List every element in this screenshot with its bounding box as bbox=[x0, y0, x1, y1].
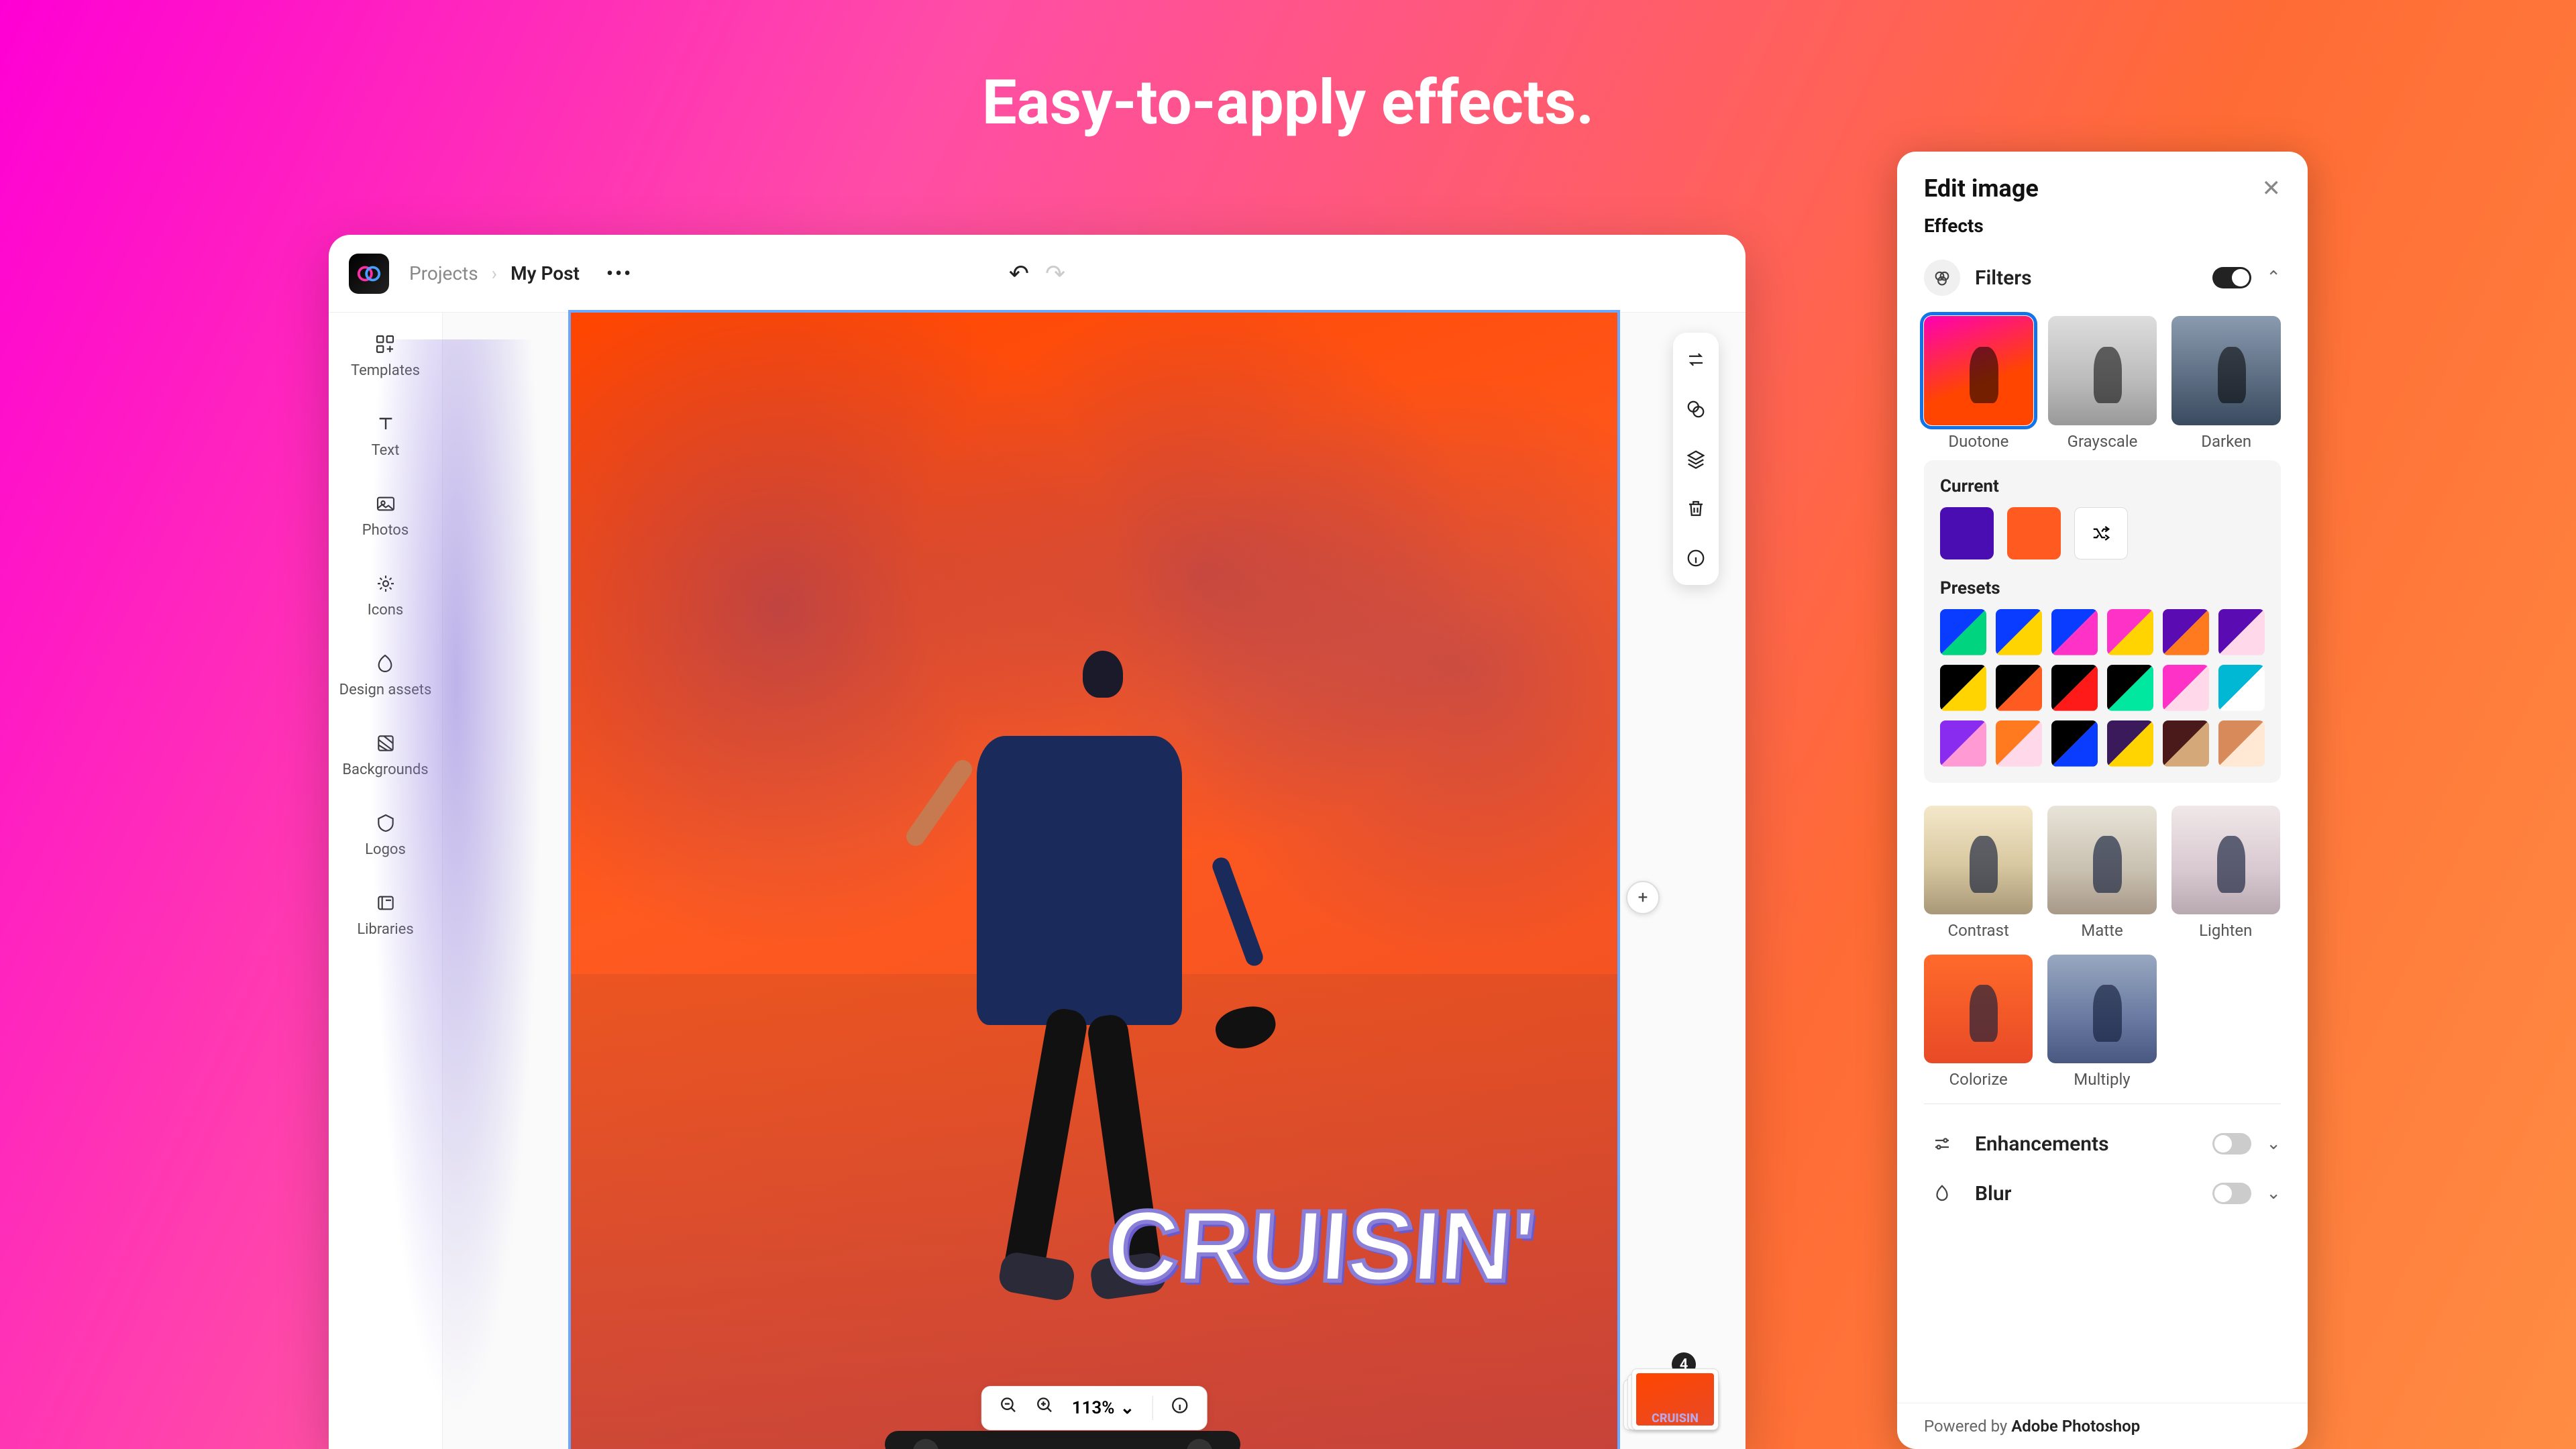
blur-label: Blur bbox=[1975, 1182, 2198, 1205]
preset-swatch[interactable] bbox=[2107, 720, 2153, 767]
preset-swatch[interactable] bbox=[2107, 665, 2153, 711]
chevron-down-icon[interactable]: ⌄ bbox=[2266, 1183, 2281, 1203]
filter-grayscale[interactable]: Grayscale bbox=[2048, 316, 2157, 451]
redo-button[interactable]: ↷ bbox=[1045, 260, 1065, 288]
preset-swatch[interactable] bbox=[2051, 609, 2098, 655]
current-label: Current bbox=[1940, 476, 2265, 496]
delete-icon[interactable] bbox=[1681, 494, 1711, 523]
swap-icon[interactable] bbox=[1681, 345, 1711, 374]
section-effects-title: Effects bbox=[1924, 215, 2281, 237]
zoom-level[interactable]: 113%⌄ bbox=[1072, 1398, 1135, 1418]
preset-swatch[interactable] bbox=[2218, 665, 2265, 711]
info-icon[interactable] bbox=[1681, 543, 1711, 573]
close-button[interactable]: ✕ bbox=[2262, 175, 2282, 202]
blur-row[interactable]: Blur ⌄ bbox=[1924, 1169, 2281, 1218]
enhancements-row[interactable]: Enhancements ⌄ bbox=[1924, 1119, 2281, 1169]
canvas-text[interactable]: CRUISIN' bbox=[1103, 1188, 1538, 1304]
filter-options: Duotone Grayscale Darken bbox=[1924, 316, 2281, 451]
shuffle-button[interactable] bbox=[2074, 507, 2128, 559]
preset-swatch[interactable] bbox=[2218, 609, 2265, 655]
preset-swatch[interactable] bbox=[1940, 665, 1986, 711]
preset-swatch[interactable] bbox=[2218, 720, 2265, 767]
chevron-right-icon: › bbox=[492, 262, 497, 284]
zoom-in-button[interactable] bbox=[1036, 1396, 1055, 1420]
effect-options: Contrast Matte Lighten Colorize Multiply bbox=[1924, 806, 2281, 1089]
app-window: Projects › My Post ••• ↶ ↷ Templates Tex… bbox=[329, 235, 1746, 1449]
preset-swatch[interactable] bbox=[1996, 665, 2042, 711]
effect-contrast[interactable]: Contrast bbox=[1924, 806, 2033, 940]
history-controls: ↶ ↷ bbox=[1009, 260, 1065, 288]
preset-swatch[interactable] bbox=[2163, 609, 2209, 655]
current-color-1[interactable] bbox=[1940, 507, 1994, 559]
chevron-down-icon: ⌄ bbox=[1120, 1398, 1134, 1418]
filter-darken[interactable]: Darken bbox=[2171, 316, 2281, 451]
blur-icon bbox=[1924, 1175, 1960, 1212]
filters-icon bbox=[1924, 260, 1960, 296]
preset-swatch[interactable] bbox=[1996, 720, 2042, 767]
preset-grid bbox=[1940, 609, 2265, 767]
page-thumb-label: CRUISIN bbox=[1636, 1373, 1714, 1426]
preset-swatch[interactable] bbox=[1940, 609, 1986, 655]
topbar: Projects › My Post ••• ↶ ↷ bbox=[329, 235, 1746, 313]
enhancements-icon bbox=[1924, 1126, 1960, 1162]
chevron-up-icon[interactable]: ⌃ bbox=[2266, 268, 2281, 288]
canvas-image[interactable]: CRUISIN' bbox=[571, 313, 1617, 1449]
effect-colorize[interactable]: Colorize bbox=[1924, 955, 2033, 1089]
creative-cloud-icon bbox=[356, 261, 382, 286]
preset-swatch[interactable] bbox=[2163, 720, 2209, 767]
zoom-out-button[interactable] bbox=[1000, 1396, 1018, 1420]
canvas[interactable]: CRUISIN' bbox=[571, 313, 1617, 1449]
zoom-bar: 113%⌄ bbox=[981, 1386, 1208, 1430]
preset-swatch[interactable] bbox=[1996, 609, 2042, 655]
app-logo[interactable] bbox=[349, 254, 389, 294]
effect-matte[interactable]: Matte bbox=[2047, 806, 2156, 940]
filters-row[interactable]: Filters ⌃ bbox=[1924, 253, 2281, 303]
layers-icon[interactable] bbox=[1681, 444, 1711, 474]
preset-swatch[interactable] bbox=[1940, 720, 1986, 767]
preset-swatch[interactable] bbox=[2107, 609, 2153, 655]
blur-toggle[interactable] bbox=[2212, 1183, 2251, 1204]
hero-title: Easy-to-apply effects. bbox=[982, 67, 1594, 139]
preset-swatch[interactable] bbox=[2051, 665, 2098, 711]
chevron-down-icon[interactable]: ⌄ bbox=[2266, 1134, 2281, 1154]
canvas-decoration bbox=[362, 339, 550, 1449]
more-menu-button[interactable]: ••• bbox=[606, 262, 633, 284]
panel-footer: Powered by Adobe Photoshop bbox=[1897, 1403, 2308, 1449]
add-page-button[interactable]: + bbox=[1626, 881, 1660, 914]
presets-label: Presets bbox=[1940, 578, 2265, 598]
preset-swatch[interactable] bbox=[2163, 665, 2209, 711]
breadcrumb-current[interactable]: My Post bbox=[511, 262, 580, 284]
edit-image-panel: Edit image ✕ Effects Filters ⌃ Duotone G… bbox=[1897, 152, 2308, 1449]
info-button[interactable] bbox=[1170, 1396, 1189, 1420]
duotone-settings: Current Presets bbox=[1924, 460, 2281, 783]
filters-toggle[interactable] bbox=[2212, 267, 2251, 288]
breadcrumb: Projects › My Post ••• bbox=[409, 262, 633, 284]
effect-lighten[interactable]: Lighten bbox=[2171, 806, 2280, 940]
enhancements-label: Enhancements bbox=[1975, 1132, 2198, 1156]
breadcrumb-root[interactable]: Projects bbox=[409, 262, 478, 284]
canvas-tools bbox=[1673, 333, 1719, 585]
filters-label: Filters bbox=[1975, 266, 2198, 290]
filter-duotone[interactable]: Duotone bbox=[1924, 316, 2033, 451]
panel-title: Edit image bbox=[1924, 174, 2039, 203]
enhancements-toggle[interactable] bbox=[2212, 1133, 2251, 1155]
page-thumbnails[interactable]: 4 CRUISIN bbox=[1631, 1368, 1719, 1430]
undo-button[interactable]: ↶ bbox=[1009, 260, 1029, 288]
preset-swatch[interactable] bbox=[2051, 720, 2098, 767]
current-color-2[interactable] bbox=[2007, 507, 2061, 559]
effect-multiply[interactable]: Multiply bbox=[2047, 955, 2156, 1089]
group-icon[interactable] bbox=[1681, 394, 1711, 424]
canvas-area[interactable]: CRUISIN' + 113%⌄ bbox=[443, 313, 1746, 1449]
